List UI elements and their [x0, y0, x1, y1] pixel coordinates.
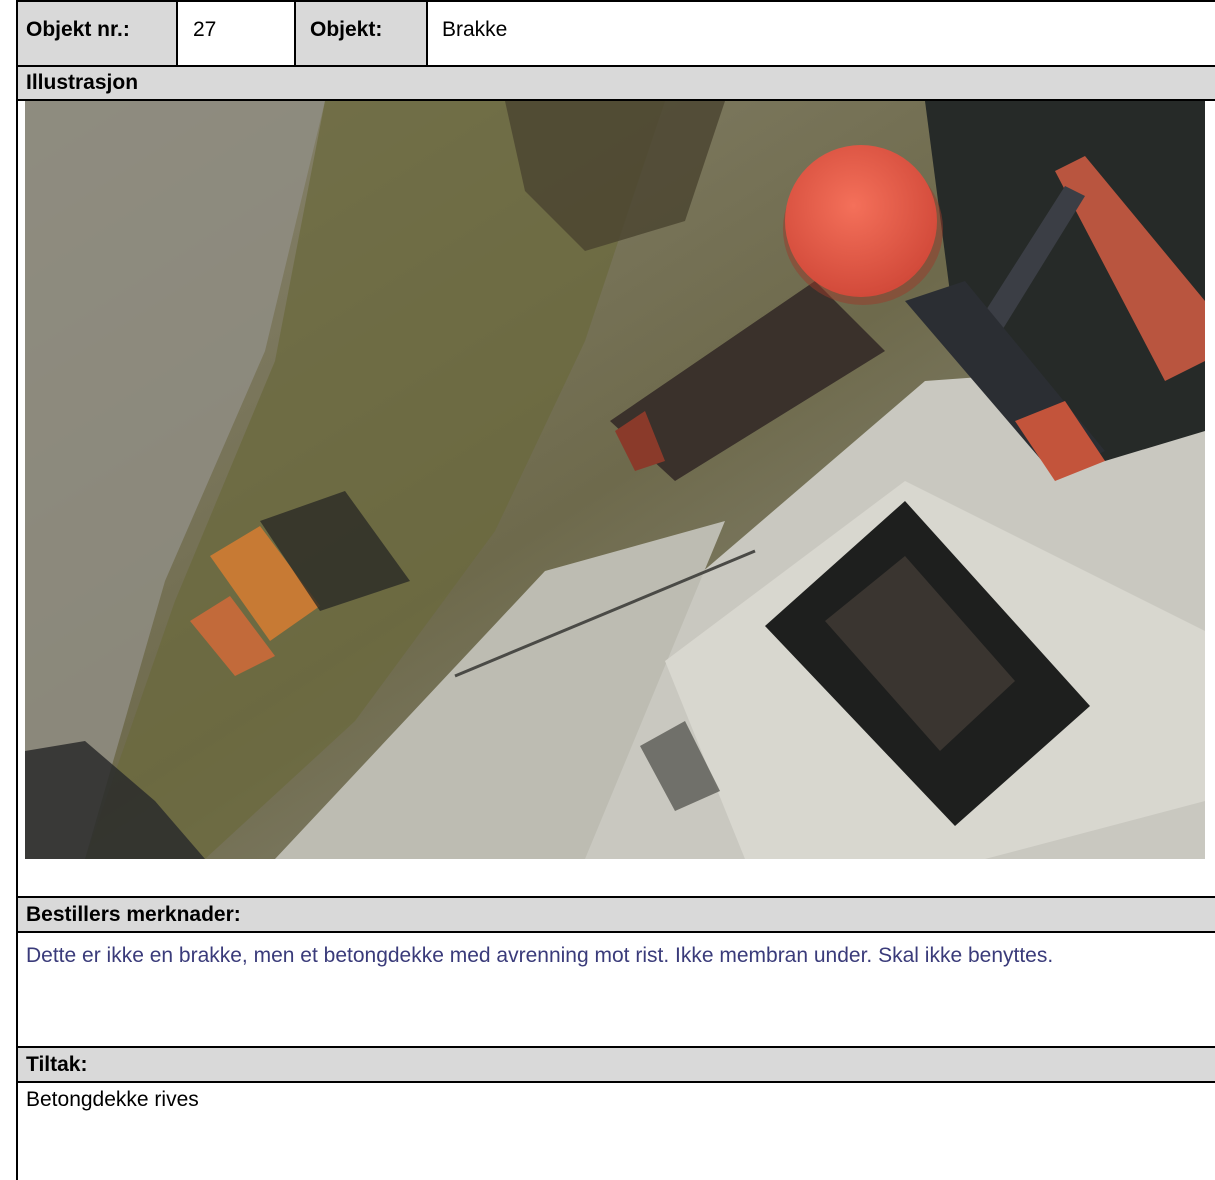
grid-line: [16, 1081, 1215, 1083]
object-nr-label: Objekt nr.:: [26, 18, 130, 41]
object-value: Brakke: [442, 18, 508, 41]
grid-line: [16, 0, 1215, 2]
grid-line: [16, 931, 1215, 933]
aerial-photo-image: [25, 101, 1205, 859]
grid-line: [16, 0, 18, 1180]
aerial-photo: [25, 101, 1205, 859]
grid-line: [176, 0, 178, 66]
grid-line: [16, 99, 1215, 101]
grid-line: [294, 0, 296, 66]
grid-line: [16, 1046, 1215, 1048]
grid-line: [16, 65, 1215, 67]
measures-heading: Tiltak:: [26, 1053, 88, 1076]
illustration-heading: Illustrasjon: [26, 71, 139, 94]
measures-band: [18, 1048, 1215, 1082]
grid-line: [426, 0, 428, 66]
illustration-band: [18, 66, 1215, 100]
remarks-heading: Bestillers merknader:: [26, 903, 241, 926]
object-nr-value: 27: [193, 18, 217, 41]
object-form: Objekt nr.: 27 Objekt: Brakke Illustrasj…: [0, 0, 1215, 1180]
measures-text: Betongdekke rives: [26, 1088, 199, 1111]
grid-line: [16, 896, 1215, 898]
remarks-text: Dette er ikke en brakke, men et betongde…: [26, 944, 1054, 967]
object-label: Objekt:: [310, 18, 383, 41]
